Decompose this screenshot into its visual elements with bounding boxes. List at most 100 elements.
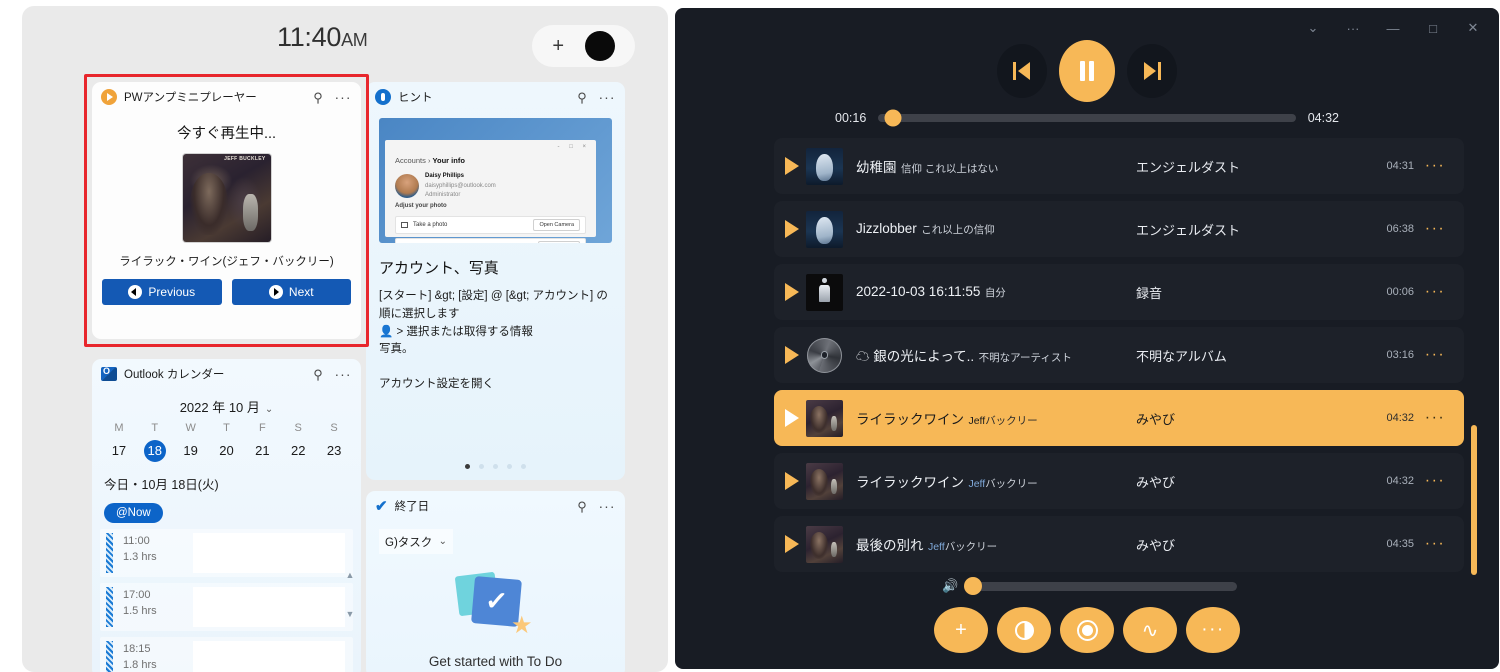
calendar-day[interactable]: 17 (101, 440, 137, 462)
play-icon[interactable] (780, 472, 806, 490)
volume-icon[interactable]: 🔊 (942, 578, 958, 594)
play-icon[interactable] (780, 220, 806, 238)
seek-bar-row: 00:16 04:32 (675, 109, 1499, 127)
tips-pagination[interactable] (366, 464, 625, 469)
calendar-scroll-controls[interactable]: ▲ ▼ (343, 571, 357, 619)
more-icon[interactable]: ··· (598, 90, 616, 104)
scroll-up-icon[interactable]: ▲ (346, 571, 355, 580)
track-more-icon[interactable]: ··· (1414, 346, 1456, 364)
previous-track-button[interactable] (997, 44, 1047, 98)
maximize-icon[interactable]: □ (1413, 14, 1453, 42)
widget-to-do[interactable]: ✔ 終了日 ⚲ ··· G)タスク ⌄ ✓ ★ Get started with… (366, 491, 625, 672)
add-button[interactable]: + (934, 607, 988, 653)
calendar-day[interactable]: 22 (280, 440, 316, 462)
play-icon[interactable] (780, 283, 806, 301)
more-icon[interactable]: ··· (598, 499, 616, 513)
pin-icon[interactable]: ⚲ (309, 368, 327, 381)
event-time-block: 18:15 1.8 hrs (113, 637, 185, 672)
waveform-button[interactable]: ∿ (1123, 607, 1177, 653)
widget-tips[interactable]: ヒント ⚲ ··· - □ × Accounts › Your info Dai… (366, 82, 625, 480)
track-row[interactable]: ライラックワイン Jeffバックリー みやび 04:32 ··· (774, 453, 1464, 509)
clock-ampm: AM (341, 30, 368, 50)
theme-contrast-button[interactable] (997, 607, 1051, 653)
calendar-day-selected[interactable]: 18 (137, 440, 173, 462)
user-avatar (395, 174, 419, 199)
calendar-event[interactable]: 11:00 1.3 hrs (100, 529, 353, 577)
pagination-dot[interactable] (493, 464, 498, 469)
play-icon[interactable] (780, 409, 806, 427)
calendar-day[interactable]: 23 (316, 440, 352, 462)
pagination-dot[interactable] (521, 464, 526, 469)
chevron-down-icon[interactable]: ⌄ (439, 536, 447, 547)
now-chip[interactable]: @Now (104, 503, 163, 523)
track-row[interactable]: 2022-10-03 16:11:55 自分 録音 00:06 ··· (774, 264, 1464, 320)
tips-link[interactable]: アカウント設定を開く (379, 375, 612, 391)
track-more-icon[interactable]: ··· (1414, 535, 1456, 553)
calendar-day[interactable]: 19 (173, 440, 209, 462)
track-more-icon[interactable]: ··· (1414, 157, 1456, 175)
todo-list-selector[interactable]: G)タスク ⌄ (379, 529, 453, 554)
calendar-month-label: 2022 年 10 月 (179, 400, 260, 415)
breadcrumb-separator: › (427, 156, 431, 165)
track-row[interactable]: 幼稚園 信仰 これ以上はない エンジェルダスト 04:31 ··· (774, 138, 1464, 194)
calendar-event[interactable]: 18:15 1.8 hrs (100, 637, 353, 672)
track-more-icon[interactable]: ··· (1414, 220, 1456, 238)
avatar[interactable] (584, 31, 615, 61)
play-icon[interactable] (780, 346, 806, 364)
calendar-day[interactable]: 20 (209, 440, 245, 462)
track-row[interactable]: ☁ 銀の光によって.. 不明なアーティスト 不明なアルバム 03:16 ··· (774, 327, 1464, 383)
more-icon[interactable]: ··· (334, 90, 352, 104)
track-more-icon[interactable]: ··· (1414, 409, 1456, 427)
minimize-icon[interactable]: — (1373, 14, 1413, 42)
volume-thumb[interactable] (963, 577, 982, 595)
plus-icon[interactable]: + (552, 36, 564, 56)
widget-title: Outlook カレンダー (124, 369, 225, 381)
event-body (193, 533, 345, 573)
collapse-icon[interactable]: ⌄ (1293, 14, 1333, 42)
track-row[interactable]: 最後の別れ Jeffバックリー みやび 04:35 ··· (774, 516, 1464, 572)
record-icon (1076, 619, 1098, 641)
calendar-event[interactable]: 17:00 1.5 hrs (100, 583, 353, 631)
track-title: ライラックワイン (856, 474, 964, 490)
more-actions-button[interactable]: ··· (1186, 607, 1240, 653)
previous-button[interactable]: Previous (102, 279, 222, 305)
track-artist: 信仰 これ以上はない (900, 162, 999, 175)
calendar-month-selector[interactable]: 2022 年 10 月 ⌄ (92, 397, 361, 416)
more-icon[interactable]: ··· (334, 367, 352, 381)
seek-thumb[interactable] (884, 109, 902, 127)
next-track-button[interactable] (1127, 44, 1177, 98)
play-pause-button[interactable] (1059, 40, 1115, 102)
event-stripe (106, 641, 113, 672)
volume-slider[interactable] (963, 577, 1237, 595)
next-button[interactable]: Next (231, 279, 351, 305)
transport-controls (675, 40, 1499, 102)
track-row[interactable]: Jizzlobber これ以上の信仰 エンジェルダスト 06:38 ··· (774, 201, 1464, 257)
chevron-down-icon[interactable]: ⌄ (265, 404, 273, 415)
track-more-icon[interactable]: ··· (1414, 472, 1456, 490)
breadcrumb: Accounts › Your info (395, 156, 465, 165)
pin-icon[interactable]: ⚲ (573, 500, 591, 513)
scroll-down-icon[interactable]: ▼ (346, 610, 355, 619)
seek-bar[interactable] (878, 109, 1296, 127)
artist-name: バックリー (985, 477, 1038, 490)
pin-icon[interactable]: ⚲ (309, 91, 327, 104)
contrast-icon (1014, 620, 1034, 640)
more-icon[interactable]: ··· (1333, 14, 1373, 42)
calendar-day[interactable]: 21 (244, 440, 280, 462)
pagination-dot[interactable] (465, 464, 470, 469)
pagination-dot[interactable] (479, 464, 484, 469)
add-widgets-button[interactable]: + (532, 25, 635, 67)
breadcrumb-current: Your info (432, 156, 465, 165)
track-more-icon[interactable]: ··· (1414, 283, 1456, 301)
record-button[interactable] (1060, 607, 1114, 653)
widget-pw-amp-mini-player[interactable]: PWアンプミニプレーヤー ⚲ ··· 今すぐ再生中... JEFF BUCKLE… (92, 82, 361, 339)
close-icon[interactable]: ✕ (1453, 14, 1493, 42)
todo-caption: Get started with To Do (428, 654, 563, 669)
play-icon[interactable] (780, 535, 806, 553)
play-icon[interactable] (780, 157, 806, 175)
track-list-scrollbar[interactable] (1471, 425, 1477, 575)
pin-icon[interactable]: ⚲ (573, 91, 591, 104)
track-row-active[interactable]: ライラックワイン Jeffバックリー みやび 04:32 ··· (774, 390, 1464, 446)
widget-outlook-calendar[interactable]: Outlook カレンダー ⚲ ··· 2022 年 10 月 ⌄ M T W T… (92, 359, 361, 672)
pagination-dot[interactable] (507, 464, 512, 469)
